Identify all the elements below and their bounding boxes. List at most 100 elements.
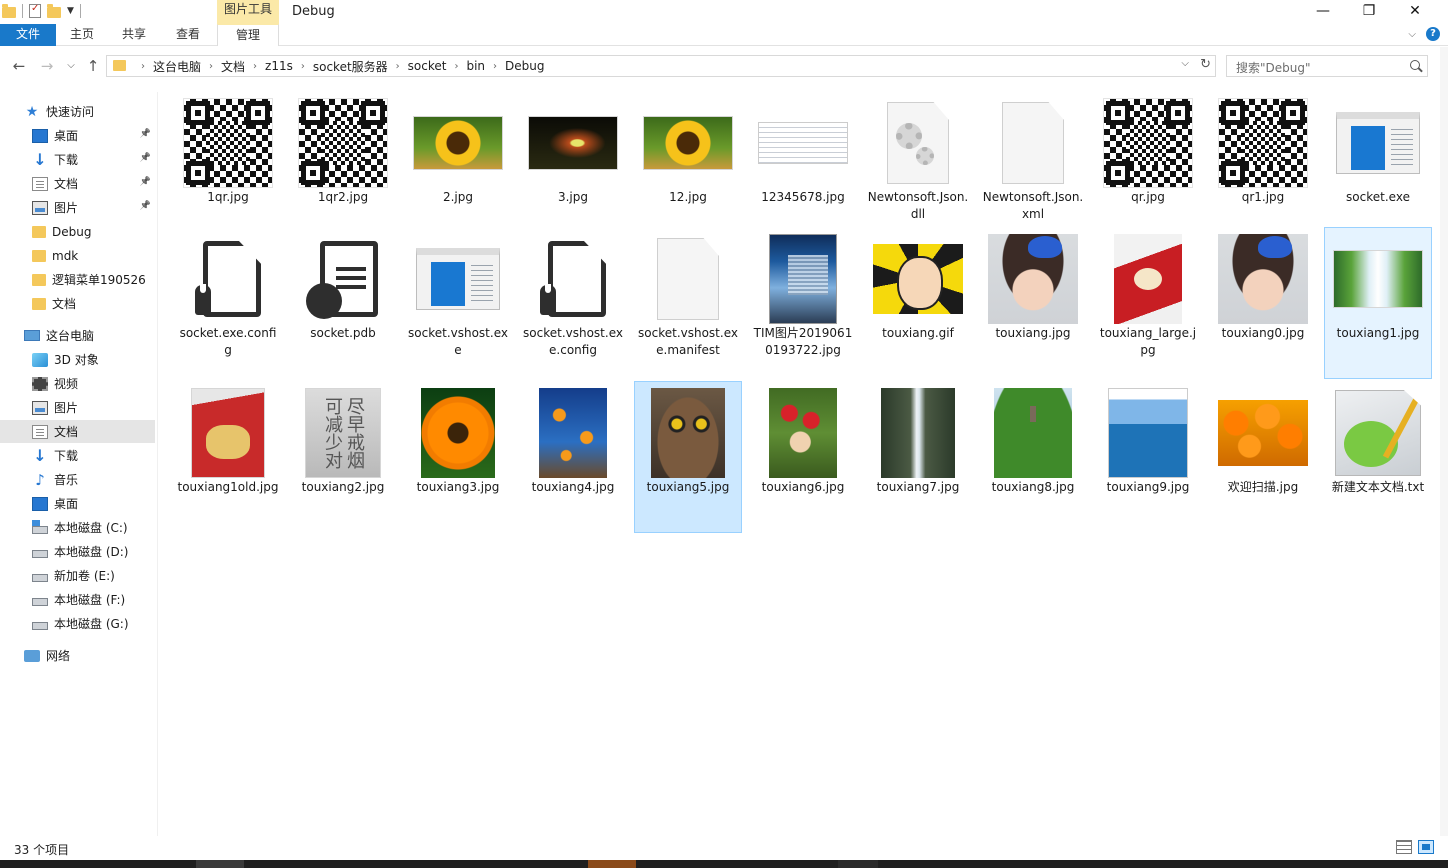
file-item[interactable]: touxiang9.jpg xyxy=(1095,382,1201,532)
file-item[interactable]: touxiang0.jpg xyxy=(1210,228,1316,378)
file-item[interactable]: socket.exe.config xyxy=(175,228,281,378)
minimize-button[interactable]: — xyxy=(1300,0,1346,24)
file-item[interactable]: touxiang4.jpg xyxy=(520,382,626,532)
file-item[interactable]: 新建文本文档.txt xyxy=(1325,382,1431,532)
breadcrumb-item[interactable]: 文档 xyxy=(221,58,245,75)
large-icons-view-icon[interactable] xyxy=(1418,840,1434,854)
tab-view[interactable]: 查看 xyxy=(160,24,216,46)
breadcrumb-separator-icon[interactable]: › xyxy=(253,61,257,72)
sidebar-item-pc[interactable]: ♪ 音乐 xyxy=(0,468,155,491)
search-icon[interactable] xyxy=(1410,60,1420,70)
address-dropdown-icon[interactable]: ⌵ xyxy=(1181,58,1189,69)
file-item[interactable]: 3.jpg xyxy=(520,92,626,242)
file-item[interactable]: 欢迎扫描.jpg xyxy=(1210,382,1316,532)
tab-home[interactable]: 主页 xyxy=(56,24,108,46)
properties-icon[interactable] xyxy=(29,3,41,18)
sidebar-quick-access[interactable]: ★ 快速访问 xyxy=(0,100,155,123)
maximize-button[interactable]: ❐ xyxy=(1346,0,1392,24)
breadcrumb-item[interactable]: socket服务器 xyxy=(313,58,388,75)
file-item[interactable]: qr1.jpg xyxy=(1210,92,1316,242)
sidebar-item-pc[interactable]: 3D 对象 xyxy=(0,348,155,371)
file-item[interactable]: 1qr2.jpg xyxy=(290,92,396,242)
file-item[interactable]: socket.vshost.exe xyxy=(405,228,511,378)
sidebar-item-pc[interactable]: ↓ 下载 xyxy=(0,444,155,467)
sidebar-item-pc[interactable]: 本地磁盘 (F:) xyxy=(0,588,155,611)
file-item[interactable]: touxiang_large.jpg xyxy=(1095,228,1201,378)
file-item[interactable]: socket.exe xyxy=(1325,92,1431,242)
file-item[interactable]: 12345678.jpg xyxy=(750,92,856,242)
pin-icon[interactable]: 📌 xyxy=(140,201,151,211)
up-button[interactable]: ↑ xyxy=(84,58,102,76)
address-bar[interactable]: › 这台电脑 › 文档 › z11s › socket服务器 › socket › bin › Debug… xyxy=(106,55,1216,77)
tab-file[interactable]: 文件 xyxy=(0,24,56,46)
file-item[interactable]: touxiang1old.jpg xyxy=(175,382,281,532)
sidebar-network[interactable]: 网络 xyxy=(0,644,155,667)
back-button[interactable]: ← xyxy=(10,58,28,76)
sidebar-item-pc[interactable]: 图片 xyxy=(0,396,155,419)
breadcrumb-separator-icon[interactable]: › xyxy=(396,61,400,72)
file-item[interactable]: 12.jpg xyxy=(635,92,741,242)
sidebar-item-quick[interactable]: mdk xyxy=(0,244,155,267)
breadcrumb-separator-icon[interactable]: › xyxy=(493,61,497,72)
pin-icon[interactable]: 📌 xyxy=(140,177,151,187)
breadcrumb-separator-icon[interactable]: › xyxy=(141,61,145,72)
file-item[interactable]: touxiang7.jpg xyxy=(865,382,971,532)
close-button[interactable]: ✕ xyxy=(1392,0,1438,24)
sidebar-item-quick[interactable]: 文档 📌 xyxy=(0,172,155,195)
tab-share[interactable]: 共享 xyxy=(108,24,160,46)
file-item[interactable]: touxiang8.jpg xyxy=(980,382,1086,532)
help-icon[interactable]: ? xyxy=(1426,27,1440,41)
breadcrumb-item[interactable]: 这台电脑 xyxy=(153,58,201,75)
breadcrumb-item[interactable]: z11s xyxy=(265,59,293,73)
file-item[interactable]: touxiang3.jpg xyxy=(405,382,511,532)
folder-icon[interactable] xyxy=(2,3,16,18)
new-folder-icon[interactable] xyxy=(47,3,61,18)
refresh-button[interactable]: ↻ xyxy=(1200,57,1211,72)
sidebar-item-quick[interactable]: 图片 📌 xyxy=(0,196,155,219)
file-item[interactable]: socket.vshost.exe.config xyxy=(520,228,626,378)
sidebar-item-quick[interactable]: 桌面 📌 xyxy=(0,124,155,147)
search-input[interactable]: 搜索"Debug" xyxy=(1226,55,1428,77)
recent-locations-button[interactable]: ⌵ xyxy=(62,58,80,76)
file-item[interactable]: touxiang1.jpg xyxy=(1324,227,1432,379)
breadcrumb-item[interactable]: bin xyxy=(466,59,485,73)
file-item[interactable]: 尽早戒烟可减少对 touxiang2.jpg xyxy=(290,382,396,532)
taskbar-item[interactable] xyxy=(196,860,244,868)
file-item[interactable]: touxiang.gif xyxy=(865,228,971,378)
file-item[interactable]: qr.jpg xyxy=(1095,92,1201,242)
sidebar-item-pc[interactable]: 桌面 xyxy=(0,492,155,515)
file-item[interactable]: touxiang6.jpg xyxy=(750,382,856,532)
sidebar-item-pc[interactable]: 新加卷 (E:) xyxy=(0,564,155,587)
sidebar-item-quick[interactable]: Debug xyxy=(0,220,155,243)
sidebar-item-pc[interactable]: 视频 xyxy=(0,372,155,395)
sidebar-this-pc[interactable]: 这台电脑 xyxy=(0,324,155,347)
file-item[interactable]: touxiang.jpg xyxy=(980,228,1086,378)
file-item[interactable]: socket.pdb xyxy=(290,228,396,378)
sidebar-item-pc[interactable]: 文档 xyxy=(0,420,155,443)
sidebar-item-quick[interactable]: ↓ 下载 📌 xyxy=(0,148,155,171)
breadcrumb-separator-icon[interactable]: › xyxy=(209,61,213,72)
forward-button[interactable]: → xyxy=(38,58,56,76)
breadcrumb-item[interactable]: Debug xyxy=(505,59,544,73)
file-item[interactable]: Newtonsoft.Json.xml xyxy=(980,92,1086,242)
taskbar-item[interactable] xyxy=(838,860,878,868)
expand-ribbon-icon[interactable]: ⌵ xyxy=(1408,29,1416,40)
details-view-icon[interactable] xyxy=(1396,840,1412,854)
sidebar-item-pc[interactable]: 本地磁盘 (G:) xyxy=(0,612,155,635)
sidebar-item-quick[interactable]: 逻辑菜单190526 xyxy=(0,268,155,291)
taskbar-item[interactable] xyxy=(588,860,636,868)
sidebar-item-pc[interactable]: 本地磁盘 (C:) xyxy=(0,516,155,539)
file-item[interactable]: 1qr.jpg xyxy=(175,92,281,242)
tab-manage[interactable]: 管理 xyxy=(217,24,279,46)
breadcrumb-item[interactable]: socket xyxy=(408,59,447,73)
file-item[interactable]: TIM图片20190610193722.jpg xyxy=(750,228,856,378)
breadcrumb-separator-icon[interactable]: › xyxy=(301,61,305,72)
customize-toolbar-icon[interactable]: ▼ xyxy=(67,6,74,16)
pin-icon[interactable]: 📌 xyxy=(140,129,151,139)
sidebar-item-pc[interactable]: 本地磁盘 (D:) xyxy=(0,540,155,563)
file-item[interactable]: touxiang5.jpg xyxy=(634,381,742,533)
pin-icon[interactable]: 📌 xyxy=(140,153,151,163)
breadcrumb-separator-icon[interactable]: › xyxy=(454,61,458,72)
file-item[interactable]: Newtonsoft.Json.dll xyxy=(865,92,971,242)
file-item[interactable]: socket.vshost.exe.manifest xyxy=(635,228,741,378)
